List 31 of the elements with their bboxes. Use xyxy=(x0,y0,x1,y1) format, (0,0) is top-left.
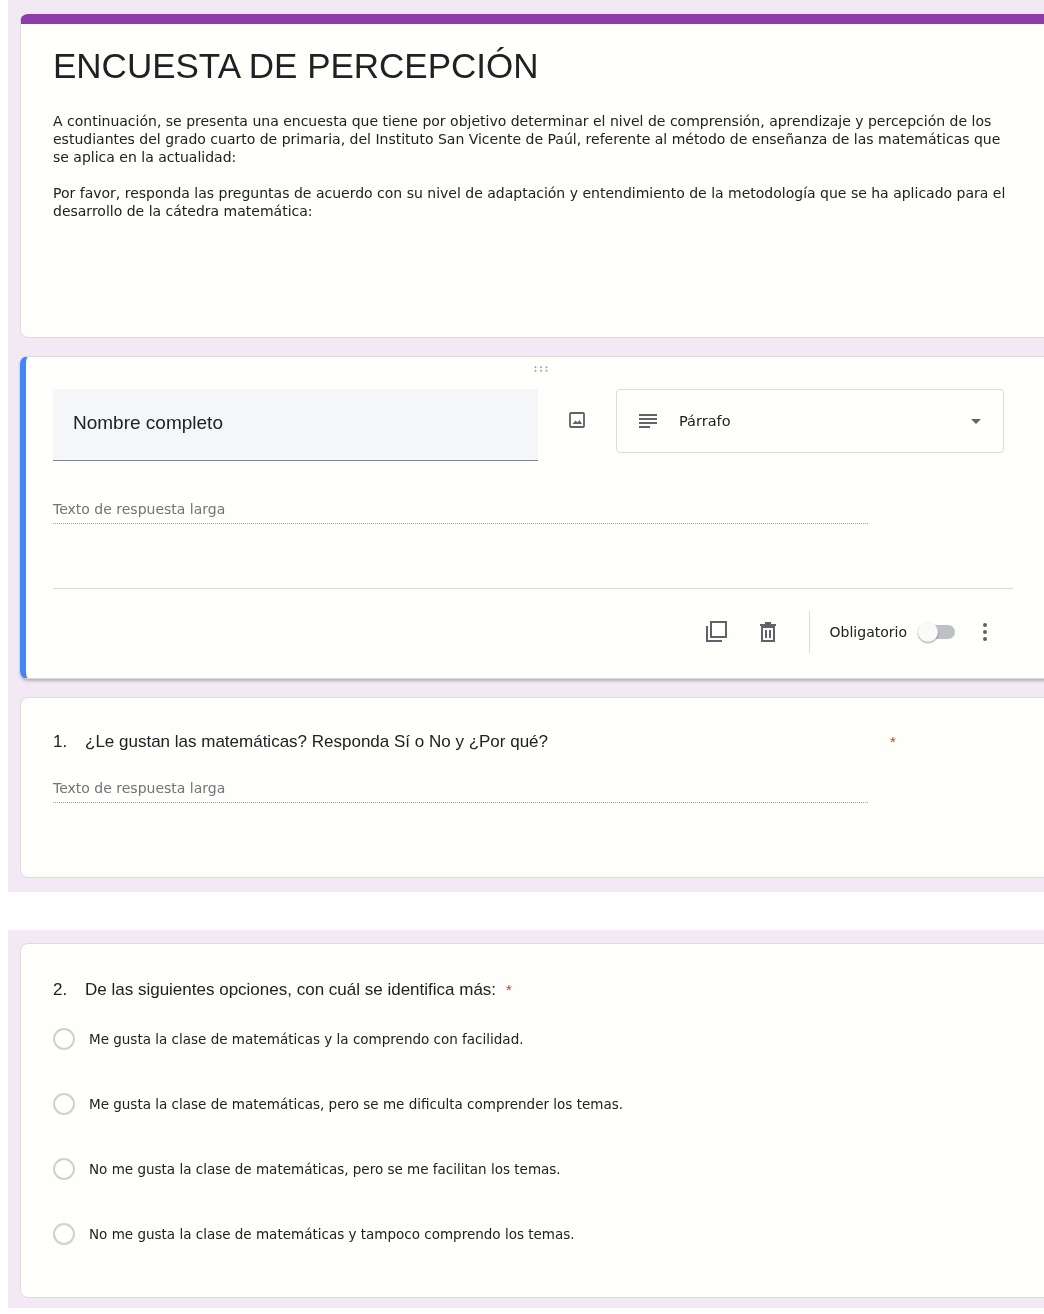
question-title-field[interactable]: Nombre completo xyxy=(53,389,538,461)
answer-field[interactable]: Texto de respuesta larga xyxy=(53,501,868,524)
required-asterisk: * xyxy=(506,981,512,998)
dropdown-label: Párrafo xyxy=(679,413,732,429)
option-label: Me gusta la clase de matemáticas, pero se me dificulta comprender los temas. xyxy=(89,1096,623,1112)
question-text: De las siguientes opciones, con cuál se identifica más: xyxy=(85,980,497,1000)
question-number: 2. xyxy=(53,980,69,1000)
caret-icon[interactable] xyxy=(971,418,981,424)
question-text: ¿Le gustan las matemáticas? Responda Sí o No y ¿Por qué? xyxy=(85,732,549,752)
required-toggle[interactable] xyxy=(921,625,955,639)
option-label: No me gusta la clase de matemáticas, pero se me facilitan los temas. xyxy=(89,1161,561,1177)
radio-button[interactable] xyxy=(53,1223,75,1245)
image-icon[interactable] xyxy=(568,411,586,429)
required-asterisk: * xyxy=(890,733,896,750)
drag-handle-icon[interactable] xyxy=(534,366,548,372)
more-icon[interactable] xyxy=(983,623,987,641)
radio-button[interactable] xyxy=(53,1093,75,1115)
option-label: Me gusta la clase de matemáticas y la comprendo con facilidad. xyxy=(89,1031,524,1047)
answer-field[interactable]: Texto de respuesta larga xyxy=(53,780,868,803)
form-description: A continuación, se presenta una encuesta que tiene por objetivo determinar el nivel de comprensión, aprendizaje y percepción de los estudiantes del grado cuarto de primaria, del Instituto San Vicente de Paúl, referente al método de enseñanza de las matemáticas que se aplica en la actualidad: xyxy=(53,112,1002,166)
form-title: ENCUESTA DE PERCEPCIÓN xyxy=(53,46,540,86)
question-type-dropdown[interactable]: Párrafo xyxy=(616,389,1004,453)
copy-icon[interactable] xyxy=(704,621,727,643)
question-number: 1. xyxy=(53,732,69,752)
trash-icon[interactable] xyxy=(758,621,777,643)
option-label: No me gusta la clase de matemáticas y tampoco comprendo los temas. xyxy=(89,1226,575,1242)
required-label: Obligatorio xyxy=(829,624,907,640)
radio-button[interactable] xyxy=(53,1158,75,1180)
paragraph-icon[interactable] xyxy=(639,414,657,428)
radio-button[interactable] xyxy=(53,1028,75,1050)
form-description: Por favor, responda las preguntas de acuerdo con su nivel de adaptación y entendimiento de la metodología que se ha aplicado para el desarrollo de la cátedra matemática: xyxy=(53,184,1007,220)
